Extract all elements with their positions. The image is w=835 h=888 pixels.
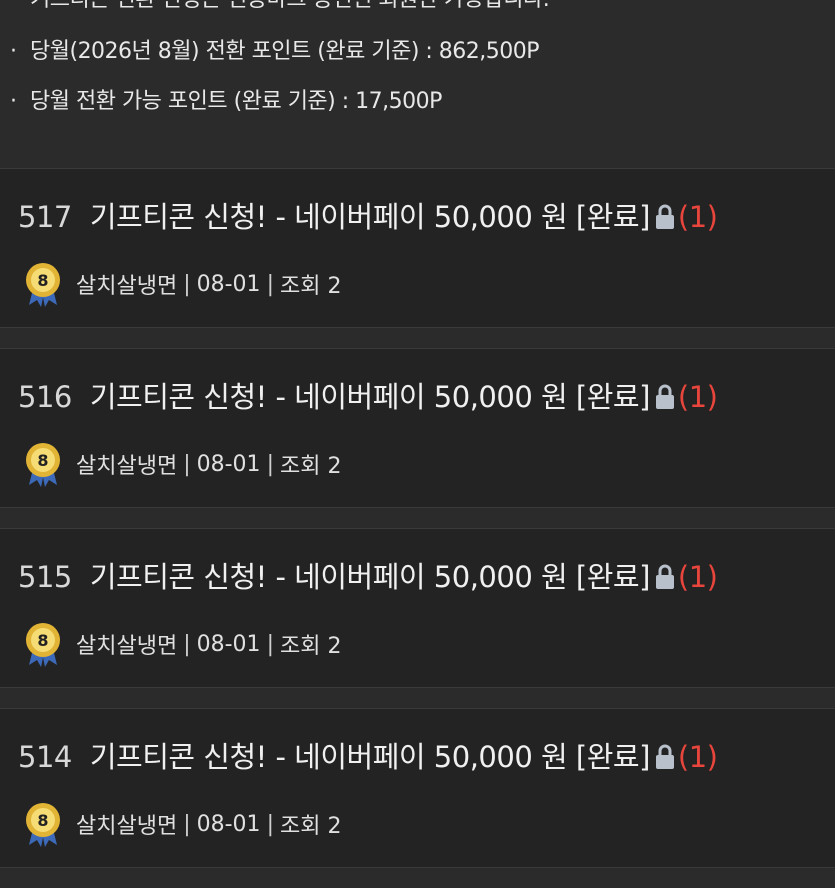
post-title-link[interactable]: 514 기프티콘 신청! - 네이버페이 50,000 원 [완료] (1): [18, 737, 718, 777]
post-title: 기프티콘 신청! - 네이버페이 50,000 원 [완료]: [89, 380, 651, 414]
post-title-link[interactable]: 517 기프티콘 신청! - 네이버페이 50,000 원 [완료] (1): [18, 197, 718, 237]
post-meta: 8 살치살냉면 | 08-01 | 조회 2: [20, 261, 341, 307]
post-views: 조회 2: [279, 814, 342, 839]
post-item[interactable]: 517 기프티콘 신청! - 네이버페이 50,000 원 [완료] (1) 8 살…: [0, 168, 835, 328]
notice-bullet: ·: [10, 0, 30, 15]
notice-list: ·기프티콘 전환 신청은 인증마크 승인된 회원만 가능합니다. ·당월(202…: [0, 0, 835, 137]
post-title: 기프티콘 신청! - 네이버페이 50,000 원 [완료]: [89, 560, 651, 594]
meta-separator: |: [183, 271, 191, 297]
level-number: 8: [37, 271, 48, 290]
post-number: 514: [18, 740, 72, 774]
post-views: 조회 2: [279, 454, 342, 479]
meta-separator: |: [183, 631, 191, 657]
post-number: 516: [18, 380, 72, 414]
post-author[interactable]: 살치살냉면: [76, 448, 177, 480]
post-date: 08-01: [196, 631, 261, 657]
notice-line: ·기프티콘 전환 신청은 인증마크 승인된 회원만 가능합니다.: [10, 0, 835, 37]
comment-count: (1): [677, 740, 718, 774]
post-title-link[interactable]: 515 기프티콘 신청! - 네이버페이 50,000 원 [완료] (1): [18, 557, 718, 597]
meta-separator: |: [266, 631, 274, 657]
lock-icon: [655, 204, 674, 229]
post-meta: 8 살치살냉면 | 08-01 | 조회 2: [20, 441, 341, 487]
level-number: 8: [37, 631, 48, 650]
notice-line: · 당월 전환 가능 포인트 (완료 기준) : 17,500P: [10, 87, 835, 137]
level-badge-icon: 8: [26, 263, 60, 307]
meta-separator: |: [266, 271, 274, 297]
level-badge-icon: 8: [26, 443, 60, 487]
post-date: 08-01: [196, 811, 261, 837]
post-item[interactable]: 514 기프티콘 신청! - 네이버페이 50,000 원 [완료] (1) 8 살…: [0, 708, 835, 868]
notice-text: 당월(2026년 8월) 전환 포인트 (완료 기준) : 862,500P: [30, 39, 540, 64]
notice-line: · 당월(2026년 8월) 전환 포인트 (완료 기준) : 862,500P: [10, 37, 835, 87]
post-author[interactable]: 살치살냉면: [76, 808, 177, 840]
lock-icon: [655, 564, 674, 589]
post-item[interactable]: 516 기프티콘 신청! - 네이버페이 50,000 원 [완료] (1) 8 살…: [0, 348, 835, 508]
post-title: 기프티콘 신청! - 네이버페이 50,000 원 [완료]: [89, 200, 651, 234]
lock-icon: [655, 384, 674, 409]
notice-text: 기프티콘 전환 신청은 인증마크 승인된 회원만 가능합니다.: [30, 0, 550, 12]
comment-count: (1): [677, 380, 718, 414]
level-number: 8: [37, 811, 48, 830]
post-title: 기프티콘 신청! - 네이버페이 50,000 원 [완료]: [89, 740, 651, 774]
level-number: 8: [37, 451, 48, 470]
notice-bullet: ·: [10, 89, 17, 114]
comment-count: (1): [677, 560, 718, 594]
post-meta: 8 살치살냉면 | 08-01 | 조회 2: [20, 621, 341, 667]
level-badge-icon: 8: [26, 623, 60, 667]
post-date: 08-01: [196, 451, 261, 477]
post-meta: 8 살치살냉면 | 08-01 | 조회 2: [20, 801, 341, 847]
meta-separator: |: [183, 451, 191, 477]
meta-separator: |: [266, 451, 274, 477]
meta-separator: |: [266, 811, 274, 837]
lock-icon: [655, 744, 674, 769]
notice-bullet: ·: [10, 39, 17, 64]
post-author[interactable]: 살치살냉면: [76, 268, 177, 300]
post-author[interactable]: 살치살냉면: [76, 628, 177, 660]
post-item[interactable]: 515 기프티콘 신청! - 네이버페이 50,000 원 [완료] (1) 8 살…: [0, 528, 835, 688]
post-views: 조회 2: [279, 274, 342, 299]
post-number: 517: [18, 200, 72, 234]
meta-separator: |: [183, 811, 191, 837]
post-number: 515: [18, 560, 72, 594]
post-views: 조회 2: [279, 634, 342, 659]
notice-text: 당월 전환 가능 포인트 (완료 기준) : 17,500P: [30, 89, 442, 114]
post-title-link[interactable]: 516 기프티콘 신청! - 네이버페이 50,000 원 [완료] (1): [18, 377, 718, 417]
comment-count: (1): [677, 200, 718, 234]
post-list: 517 기프티콘 신청! - 네이버페이 50,000 원 [완료] (1) 8 살…: [0, 168, 835, 888]
post-date: 08-01: [196, 271, 261, 297]
